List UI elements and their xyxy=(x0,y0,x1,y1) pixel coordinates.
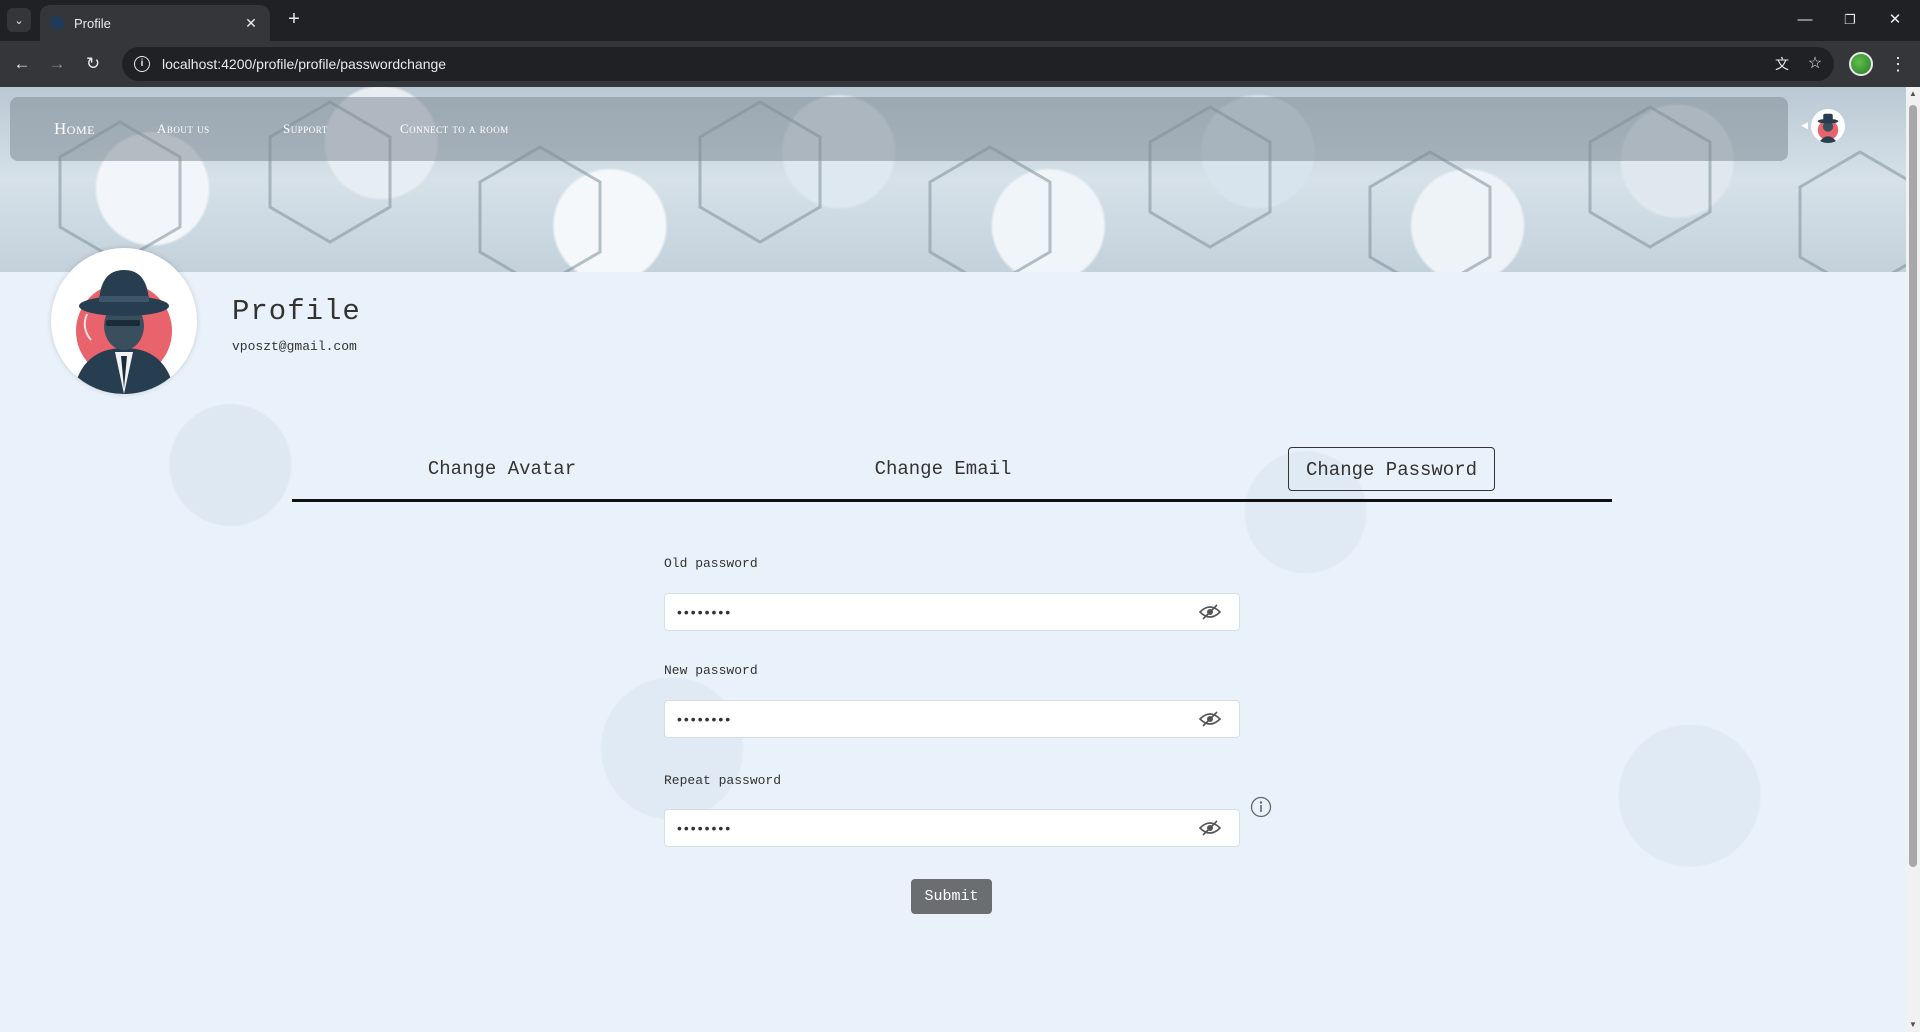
eye-slash-icon[interactable] xyxy=(1199,711,1221,727)
browser-toolbar: ← → ↻ i localhost:4200/profile/profile/p… xyxy=(0,41,1920,87)
repeat-password-field xyxy=(664,809,1240,847)
profile-extension-icon[interactable] xyxy=(1849,52,1873,76)
submit-button[interactable]: Submit xyxy=(911,879,992,914)
old-password-field xyxy=(664,593,1240,631)
minimize-window-icon[interactable]: — xyxy=(1790,8,1820,32)
browser-menu-kebab-icon[interactable]: ⋮ xyxy=(1886,50,1910,78)
tab-title: Profile xyxy=(74,15,111,31)
scroll-up-arrow-icon[interactable]: ▲ xyxy=(1906,87,1920,101)
browser-tab-profile[interactable]: Profile ✕ xyxy=(40,5,270,41)
restore-window-icon[interactable]: ❐ xyxy=(1835,8,1865,32)
detective-avatar-icon xyxy=(73,270,175,394)
profile-avatar xyxy=(51,248,197,394)
tab-change-avatar[interactable]: Change Avatar xyxy=(416,447,588,491)
tab-change-email[interactable]: Change Email xyxy=(862,447,1024,491)
profile-tabs: Change Avatar Change Email Change Passwo… xyxy=(292,447,1612,502)
old-password-label: Old password xyxy=(664,556,758,571)
repeat-password-input[interactable] xyxy=(677,810,1177,846)
url-text[interactable]: localhost:4200/profile/profile/passwordc… xyxy=(162,56,446,72)
bookmark-star-icon[interactable]: ☆ xyxy=(1802,47,1828,81)
caret-left-icon: ◀ xyxy=(1801,120,1808,130)
nav-link-connect-to-a-room[interactable]: Connect to a room xyxy=(400,97,509,161)
old-password-input[interactable] xyxy=(677,594,1177,630)
nav-link-support[interactable]: Support xyxy=(283,97,328,161)
favicon-icon xyxy=(50,16,64,30)
new-tab-plus-icon[interactable]: + xyxy=(282,8,306,32)
scrollbar-thumb[interactable] xyxy=(1909,105,1917,867)
close-tab-icon[interactable]: ✕ xyxy=(242,15,260,32)
navbar-user-avatar[interactable] xyxy=(1811,109,1845,143)
detective-avatar-icon xyxy=(1817,113,1839,143)
eye-slash-icon[interactable] xyxy=(1199,604,1221,620)
eye-slash-icon[interactable] xyxy=(1199,820,1221,836)
translate-icon[interactable]: 文 xyxy=(1769,47,1795,81)
address-bar[interactable]: i localhost:4200/profile/profile/passwor… xyxy=(122,47,1834,81)
main-navbar: Home About us Support Connect to a room xyxy=(10,97,1788,161)
new-password-field xyxy=(664,700,1240,738)
repeat-password-label: Repeat password xyxy=(664,773,782,788)
browser-tabstrip: ⌄ Profile ✕ + — ❐ ✕ xyxy=(0,0,1920,41)
close-window-icon[interactable]: ✕ xyxy=(1880,8,1910,32)
new-password-input[interactable] xyxy=(677,701,1177,737)
profile-email: vposzt@gmail.com xyxy=(232,339,357,354)
tab-change-password[interactable]: Change Password xyxy=(1288,447,1495,491)
page-title: Profile xyxy=(232,295,361,328)
page-scrollbar[interactable]: ▲ ▼ xyxy=(1906,87,1920,1032)
back-arrow-icon[interactable]: ← xyxy=(8,50,36,78)
nav-link-home[interactable]: Home xyxy=(54,97,95,161)
forward-arrow-icon[interactable]: → xyxy=(43,50,71,78)
new-password-label: New password xyxy=(664,663,758,678)
password-info-icon[interactable] xyxy=(1250,796,1272,818)
scroll-down-arrow-icon[interactable]: ▼ xyxy=(1906,1018,1920,1032)
nav-link-about-us[interactable]: About us xyxy=(157,97,210,161)
site-info-icon[interactable]: i xyxy=(134,56,150,72)
page-viewport: Home About us Support Connect to a room … xyxy=(0,87,1920,1032)
reload-icon[interactable]: ↻ xyxy=(79,50,107,78)
tab-search-chevron-down-icon[interactable]: ⌄ xyxy=(7,8,31,32)
